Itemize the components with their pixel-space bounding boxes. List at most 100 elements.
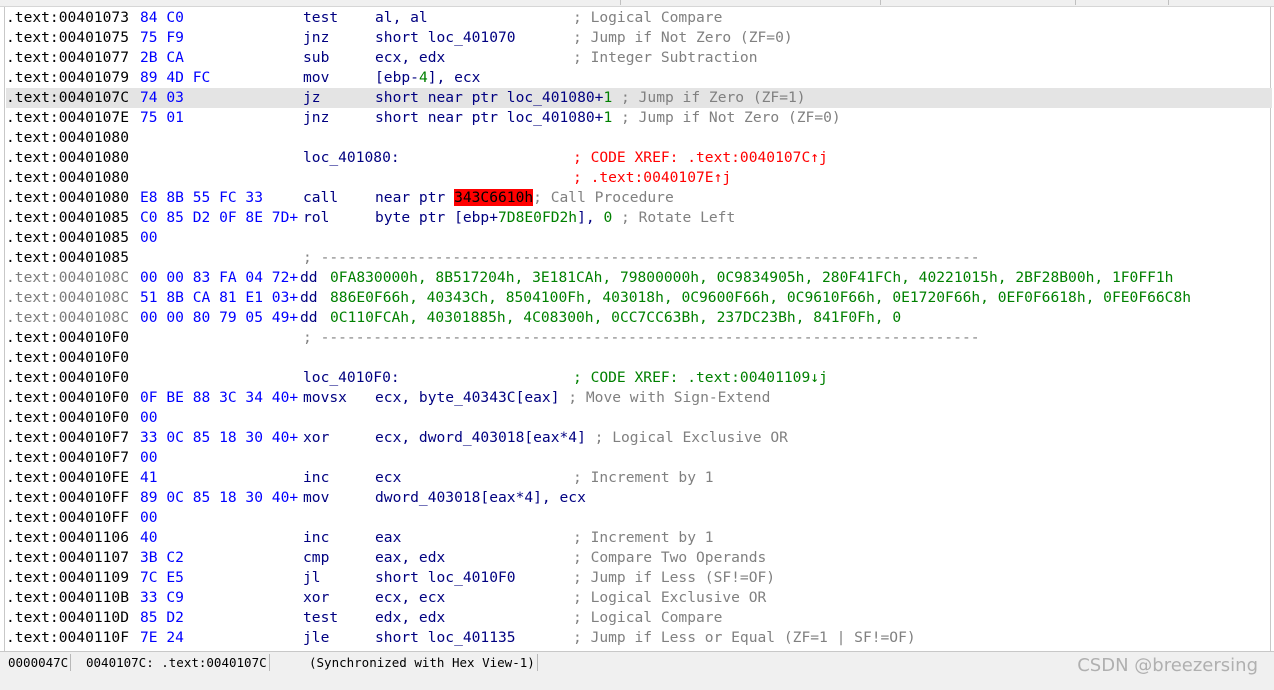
- row-mnemonic[interactable]: jnz: [303, 108, 329, 128]
- operand-text[interactable]: short near ptr loc_401080+: [375, 109, 603, 126]
- row-operands[interactable]: short loc_401135: [375, 628, 516, 648]
- row-operands[interactable]: [ebp-4], ecx: [375, 68, 480, 88]
- row-mnemonic[interactable]: inc: [303, 468, 329, 488]
- row-mnemonic[interactable]: rol: [303, 208, 329, 228]
- row-mnemonic[interactable]: dd: [300, 268, 318, 288]
- row-address[interactable]: .text:004010FF: [6, 488, 129, 508]
- row-address[interactable]: .text:00401085: [6, 248, 129, 268]
- operand-text[interactable]: [ebp-: [375, 69, 419, 86]
- row-address[interactable]: .text:00401077: [6, 48, 129, 68]
- row-mnemonic[interactable]: test: [303, 8, 338, 28]
- row-operands[interactable]: ecx, ecx: [375, 588, 445, 608]
- listing-row[interactable]: .text:0040107C 74 03 jz short near ptr loc_…: [6, 88, 1272, 108]
- row-address[interactable]: .text:0040110D: [6, 608, 129, 628]
- operand-text[interactable]: short near ptr loc_401080+: [375, 89, 603, 106]
- row-address[interactable]: .text:00401080: [6, 148, 129, 168]
- listing-row[interactable]: .text:00401107 3B C2 cmp eax, edx ; Compare …: [6, 548, 1272, 568]
- row-operands[interactable]: near ptr 343C6610h; Call Procedure: [375, 188, 674, 208]
- row-mnemonic[interactable]: sub: [303, 48, 329, 68]
- row-operands[interactable]: eax: [375, 528, 401, 548]
- row-address[interactable]: .text:00401075: [6, 28, 129, 48]
- listing-row[interactable]: .text:004010FF 00: [6, 508, 1272, 528]
- row-address[interactable]: .text:00401085: [6, 208, 129, 228]
- listing-row[interactable]: .text:004010F7 33 0C 85 18 30 40+ xor ecx, …: [6, 428, 1272, 448]
- row-address[interactable]: .text:00401085: [6, 228, 129, 248]
- listing-row[interactable]: .text:00401080: [6, 128, 1272, 148]
- listing-row[interactable]: .text:00401080 ; .text:0040107E↑j: [6, 168, 1272, 188]
- listing-row[interactable]: .text:00401073 84 C0 test al, al ; Logical C…: [6, 8, 1272, 28]
- row-operands[interactable]: al, al: [375, 8, 428, 28]
- row-mnemonic[interactable]: dd: [300, 308, 318, 328]
- listing-row[interactable]: .text:004010F0 loc_4010F0: ; CODE XREF: .t…: [6, 368, 1272, 388]
- row-mnemonic[interactable]: inc: [303, 528, 329, 548]
- row-operands[interactable]: ecx, edx: [375, 48, 445, 68]
- row-mnemonic[interactable]: jle: [303, 628, 329, 648]
- listing-row[interactable]: .text:00401077 2B CA sub ecx, edx ; Integer …: [6, 48, 1272, 68]
- listing-row[interactable]: .text:00401085 C0 85 D2 0F 8E 7D+ rol byte …: [6, 208, 1272, 228]
- row-address[interactable]: .text:00401080: [6, 168, 129, 188]
- row-operands[interactable]: ecx: [375, 468, 401, 488]
- row-mnemonic[interactable]: jz: [303, 88, 321, 108]
- row-address[interactable]: .text:004010FE: [6, 468, 129, 488]
- listing-row[interactable]: .text:0040110D 85 D2 test edx, edx ; Logical…: [6, 608, 1272, 628]
- listing-row[interactable]: .text:004010F0 ; ------------------------…: [6, 328, 1272, 348]
- row-address[interactable]: .text:0040107E: [6, 108, 129, 128]
- row-mnemonic[interactable]: test: [303, 608, 338, 628]
- bad-reference[interactable]: 343C6610h: [454, 189, 534, 206]
- row-mnemonic[interactable]: dd: [300, 288, 318, 308]
- listing-row[interactable]: .text:004010FF 89 0C 85 18 30 40+ mov dword…: [6, 488, 1272, 508]
- row-address[interactable]: .text:004010F0: [6, 328, 129, 348]
- row-address[interactable]: .text:004010F0: [6, 348, 129, 368]
- listing-row[interactable]: .text:0040108C 00 00 83 FA 04 72+ dd 0FA830…: [6, 268, 1272, 288]
- row-address[interactable]: .text:0040110B: [6, 588, 129, 608]
- row-address[interactable]: .text:00401080: [6, 188, 129, 208]
- row-address[interactable]: .text:00401109: [6, 568, 129, 588]
- row-address[interactable]: .text:004010FF: [6, 508, 129, 528]
- row-address[interactable]: .text:0040108C: [6, 268, 129, 288]
- row-operands[interactable]: byte ptr [ebp+7D8E0FD2h], 0 ; Rotate Lef…: [375, 208, 735, 228]
- listing-row[interactable]: .text:0040110B 33 C9 xor ecx, ecx ; Logical …: [6, 588, 1272, 608]
- operand-text[interactable]: byte ptr [ebp+: [375, 209, 498, 226]
- listing-row[interactable]: .text:004010F0 0F BE 88 3C 34 40+ movsx ecx…: [6, 388, 1272, 408]
- row-address[interactable]: .text:004010F0: [6, 368, 129, 388]
- operand-text[interactable]: near ptr: [375, 189, 454, 206]
- row-address[interactable]: .text:00401079: [6, 68, 129, 88]
- listing-row[interactable]: .text:004010F0 00: [6, 408, 1272, 428]
- listing-row[interactable]: .text:004010FE 41 inc ecx ; Increment by 1: [6, 468, 1272, 488]
- listing-row[interactable]: .text:00401080 E8 8B 55 FC 33 call near ptr…: [6, 188, 1272, 208]
- row-address[interactable]: .text:0040110F: [6, 628, 129, 648]
- row-address[interactable]: .text:0040108C: [6, 308, 129, 328]
- row-operands[interactable]: short near ptr loc_401080+1 ; Jump if Ze…: [375, 88, 806, 108]
- listing-row[interactable]: .text:00401075 75 F9 jnz short loc_401070 ; …: [6, 28, 1272, 48]
- row-label[interactable]: loc_4010F0:: [303, 368, 400, 388]
- row-mnemonic[interactable]: mov: [303, 68, 329, 88]
- row-address[interactable]: .text:00401107: [6, 548, 129, 568]
- row-operands[interactable]: short loc_401070: [375, 28, 516, 48]
- row-address[interactable]: .text:004010F0: [6, 408, 129, 428]
- row-mnemonic[interactable]: call: [303, 188, 338, 208]
- listing-row[interactable]: .text:00401109 7C E5 jl short loc_4010F0 ; J…: [6, 568, 1272, 588]
- row-mnemonic[interactable]: cmp: [303, 548, 329, 568]
- row-mnemonic[interactable]: mov: [303, 488, 329, 508]
- listing-row[interactable]: .text:004010F7 00: [6, 448, 1272, 468]
- row-xref[interactable]: ; CODE XREF: .text:0040107C↑j: [573, 148, 828, 168]
- row-mnemonic[interactable]: jl: [303, 568, 321, 588]
- row-xref[interactable]: ; CODE XREF: .text:00401109↓j: [573, 368, 828, 388]
- row-address[interactable]: .text:00401106: [6, 528, 129, 548]
- row-address[interactable]: .text:004010F7: [6, 428, 129, 448]
- listing-row[interactable]: .text:00401080 loc_401080: ; CODE XREF: .t…: [6, 148, 1272, 168]
- listing-row[interactable]: .text:00401085 ; ------------------------…: [6, 248, 1272, 268]
- listing-row[interactable]: .text:004010F0: [6, 348, 1272, 368]
- listing-row[interactable]: .text:0040110F 7E 24 jle short loc_401135 ; …: [6, 628, 1272, 648]
- row-address[interactable]: .text:00401073: [6, 8, 129, 28]
- row-label[interactable]: loc_401080:: [303, 148, 400, 168]
- listing-row[interactable]: .text:00401106 40 inc eax ; Increment by 1: [6, 528, 1272, 548]
- row-mnemonic[interactable]: xor: [303, 588, 329, 608]
- row-address[interactable]: .text:00401080: [6, 128, 129, 148]
- listing-row[interactable]: .text:0040107E 75 01 jnz short near ptr loc…: [6, 108, 1272, 128]
- row-address[interactable]: .text:0040107C: [6, 88, 129, 108]
- row-operands[interactable]: dword_403018[eax*4], ecx: [375, 488, 586, 508]
- row-address[interactable]: .text:0040108C: [6, 288, 129, 308]
- row-address[interactable]: .text:004010F7: [6, 448, 129, 468]
- row-operands[interactable]: eax, edx: [375, 548, 445, 568]
